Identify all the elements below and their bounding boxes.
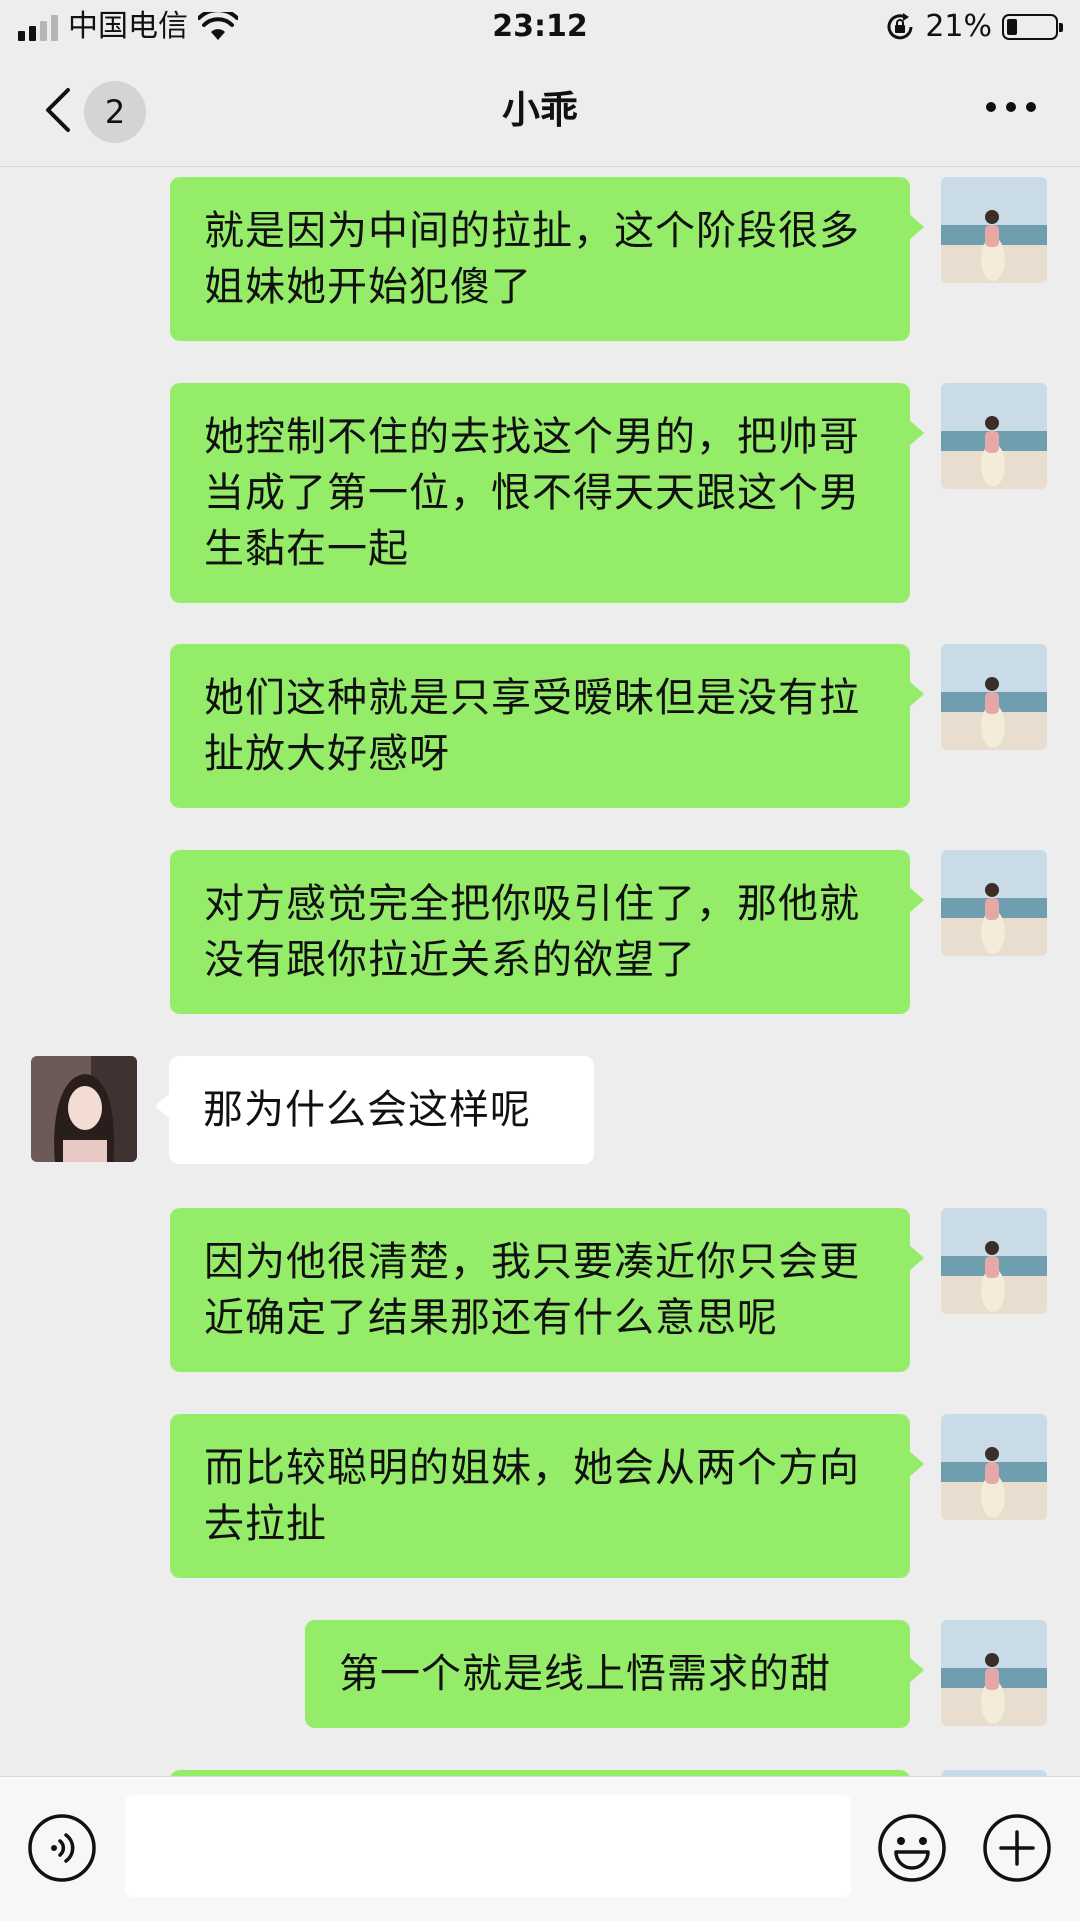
message-bubble-outgoing[interactable]: 而比较聪明的姐妹，她会从两个方向去拉扯 [170, 1414, 924, 1578]
voice-input-icon[interactable] [27, 1813, 97, 1883]
self-avatar[interactable] [941, 644, 1047, 750]
self-avatar[interactable] [941, 1208, 1047, 1314]
chat-title: 小乖 [501, 88, 578, 132]
battery-level [1007, 19, 1017, 35]
message-bubble-outgoing[interactable]: 她控制不住的去找这个男的，把帅哥当成了第一位，恨不得天天跟这个男生黏在一起 [170, 383, 924, 603]
rotation-lock-icon [887, 13, 913, 40]
contact-avatar[interactable] [31, 1056, 137, 1162]
status-bar: 中国电信 23:12 21% [0, 0, 1080, 54]
plus-circle-icon[interactable] [982, 1813, 1052, 1883]
emoji-icon[interactable] [877, 1813, 947, 1883]
message-bubble-outgoing[interactable]: 就是因为中间的拉扯，这个阶段很多姐妹她开始犯傻了 [170, 177, 924, 341]
message-bubble-outgoing[interactable]: 对方感觉完全把你吸引住了，那他就没有跟你拉近关系的欲望了 [170, 850, 924, 1014]
self-avatar[interactable] [941, 177, 1047, 283]
more-dots-icon[interactable] [986, 102, 1036, 116]
self-avatar[interactable] [941, 850, 1047, 956]
message-bubble-outgoing[interactable]: 第一个就是线上悟需求的甜 [305, 1620, 924, 1728]
self-avatar[interactable] [941, 383, 1047, 489]
message-bubble-outgoing[interactable]: 她们这种就是只享受暧昧但是没有拉扯放大好感呀 [170, 644, 924, 808]
battery-icon [1002, 14, 1063, 40]
message-bubble-outgoing[interactable]: 因为他很清楚，我只要凑近你只会更近确定了结果那还有什么意思呢 [170, 1208, 924, 1372]
self-avatar[interactable] [941, 1620, 1047, 1726]
chat-header: 2 小乖 [0, 54, 1080, 167]
status-right: 21% [885, 8, 1063, 46]
self-avatar[interactable] [941, 1414, 1047, 1520]
battery-percent: 21% [925, 9, 992, 44]
input-bar [0, 1776, 1080, 1921]
message-input[interactable] [125, 1795, 851, 1897]
message-list[interactable]: 就是因为中间的拉扯，这个阶段很多姐妹她开始犯傻了 她控制不住的去找这个男的，把帅… [0, 167, 1080, 1777]
message-bubble-incoming[interactable]: 那为什么会这样呢 [155, 1056, 594, 1164]
